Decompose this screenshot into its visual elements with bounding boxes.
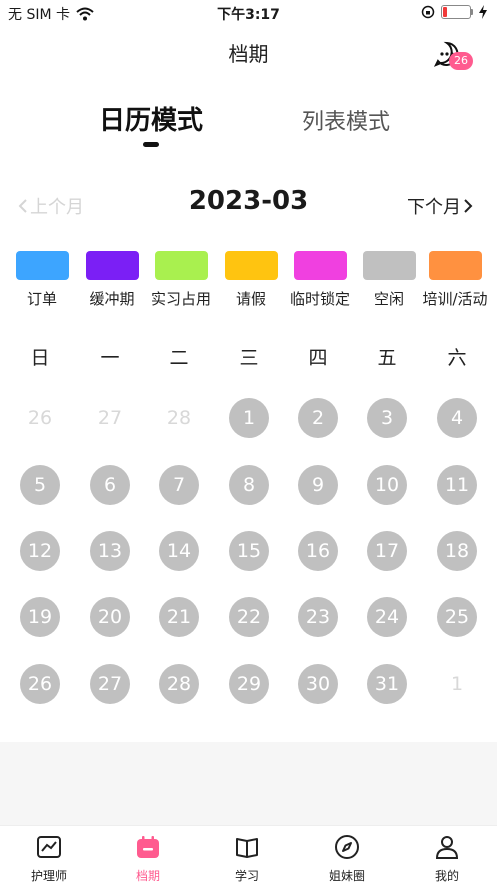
calendar-day[interactable]: 25 xyxy=(437,597,477,637)
calendar-day[interactable]: 3 xyxy=(367,398,407,438)
calendar-day[interactable]: 14 xyxy=(159,531,199,571)
calendar-day[interactable]: 1 xyxy=(229,398,269,438)
tabbar-label: 护理师 xyxy=(30,869,67,883)
legend-item: 请假 xyxy=(216,251,286,309)
book-icon xyxy=(236,838,258,858)
legend-label: 订单 xyxy=(26,290,57,308)
nav-header: 档期 26 xyxy=(0,28,497,74)
legend-swatch xyxy=(85,251,139,280)
legend-item: 实习占用 xyxy=(146,251,216,309)
calendar-day[interactable]: 15 xyxy=(229,531,269,571)
legend-label: 培训/活动 xyxy=(422,290,488,308)
calendar-day[interactable]: 29 xyxy=(229,664,269,704)
calendar-day[interactable]: 11 xyxy=(437,465,477,505)
weekday-label: 二 xyxy=(169,347,189,369)
tabbar-item-nurse[interactable]: 护理师 xyxy=(19,834,79,883)
calendar-day[interactable]: 28 xyxy=(159,664,199,704)
charging-icon xyxy=(479,5,487,19)
tabbar-label: 姐妹圈 xyxy=(328,869,365,883)
tabbar-label: 我的 xyxy=(434,869,459,883)
weekday-label: 日 xyxy=(30,347,50,369)
battery-icon xyxy=(441,5,473,19)
calendar-day[interactable]: 21 xyxy=(159,597,199,637)
calendar-day[interactable]: 12 xyxy=(20,531,60,571)
legend-swatch xyxy=(154,251,208,280)
calendar-day[interactable]: 20 xyxy=(90,597,130,637)
legend-label: 缓冲期 xyxy=(89,290,135,308)
calendar-day[interactable]: 10 xyxy=(367,465,407,505)
calendar-day[interactable]: 5 xyxy=(20,465,60,505)
schedule-page: 无 SIM 卡 下午3:17 档期 26 日历模式 列表模式 上个月 2023-… xyxy=(0,0,497,883)
calendar-icon xyxy=(137,836,159,858)
next-month-button[interactable]: 下个月 xyxy=(407,193,473,219)
weekday-label: 三 xyxy=(239,347,259,369)
calendar-day[interactable]: 2 xyxy=(298,398,338,438)
tabbar-item-mine[interactable]: 我的 xyxy=(417,834,477,883)
calendar-day[interactable]: 22 xyxy=(229,597,269,637)
calendar-day[interactable]: 30 xyxy=(298,664,338,704)
calendar-day[interactable]: 13 xyxy=(90,531,130,571)
calendar-day[interactable]: 26 xyxy=(20,664,60,704)
calendar-day-outside: 1 xyxy=(450,673,464,695)
compass-icon xyxy=(335,835,359,859)
tabbar-label: 学习 xyxy=(234,869,259,883)
legend-label: 空闲 xyxy=(373,290,404,308)
calendar-day[interactable]: 4 xyxy=(437,398,477,438)
calendar-day[interactable]: 18 xyxy=(437,531,477,571)
calendar-day[interactable]: 17 xyxy=(367,531,407,571)
calendar-day[interactable]: 19 xyxy=(20,597,60,637)
legend-label: 临时锁定 xyxy=(289,290,350,308)
legend-item: 空闲 xyxy=(354,251,424,309)
weekday-label: 六 xyxy=(447,347,467,369)
status-right xyxy=(421,5,487,19)
calendar-day[interactable]: 31 xyxy=(367,664,407,704)
legend-item: 临时锁定 xyxy=(285,251,355,309)
legend-item: 缓冲期 xyxy=(77,251,147,309)
legend-swatch xyxy=(15,251,69,280)
trend-chart-icon xyxy=(37,836,61,858)
chevron-right-icon xyxy=(464,199,473,213)
calendar-day-outside: 26 xyxy=(27,407,53,429)
tab-list-mode[interactable]: 列表模式 xyxy=(302,104,390,136)
status-legend: 订单 缓冲期 实习占用 请假 临时锁定 空闲 培训/活动 xyxy=(0,251,497,311)
legend-item: 订单 xyxy=(7,251,77,309)
tab-indicator xyxy=(143,142,159,147)
calendar-day[interactable]: 7 xyxy=(159,465,199,505)
calendar-day[interactable]: 24 xyxy=(367,597,407,637)
message-badge: 26 xyxy=(449,52,473,70)
bottom-tab-bar: 护理师 档期 学习 姐妹圈 我的 xyxy=(0,825,497,883)
calendar-day[interactable]: 9 xyxy=(298,465,338,505)
calendar-day[interactable]: 23 xyxy=(298,597,338,637)
next-month-label: 下个月 xyxy=(407,197,461,218)
weekday-label: 五 xyxy=(377,347,397,369)
page-title: 档期 xyxy=(228,42,269,66)
tab-calendar-mode[interactable]: 日历模式 xyxy=(99,100,203,137)
calendar-day-outside: 27 xyxy=(97,407,123,429)
legend-swatch xyxy=(293,251,347,280)
tabbar-item-schedule[interactable]: 档期 xyxy=(118,834,178,883)
calendar-day-outside: 28 xyxy=(166,407,192,429)
weekday-label: 四 xyxy=(308,347,328,369)
user-icon xyxy=(435,836,459,859)
legend-label: 请假 xyxy=(235,290,266,308)
legend-swatch xyxy=(428,251,482,280)
legend-swatch xyxy=(224,251,278,280)
calendar-day[interactable]: 6 xyxy=(90,465,130,505)
tabbar-item-study[interactable]: 学习 xyxy=(217,834,277,883)
tabbar-item-sisters[interactable]: 姐妹圈 xyxy=(317,834,377,883)
status-bar: 无 SIM 卡 下午3:17 xyxy=(0,0,497,26)
legend-item: 培训/活动 xyxy=(420,251,490,309)
tabbar-label: 档期 xyxy=(135,869,160,883)
weekday-label: 一 xyxy=(100,347,120,369)
orientation-lock-icon xyxy=(421,5,435,19)
legend-swatch xyxy=(362,251,416,280)
calendar-day[interactable]: 16 xyxy=(298,531,338,571)
calendar-day[interactable]: 27 xyxy=(90,664,130,704)
legend-label: 实习占用 xyxy=(150,290,211,308)
bottom-spacer xyxy=(0,742,497,825)
calendar-day[interactable]: 8 xyxy=(229,465,269,505)
